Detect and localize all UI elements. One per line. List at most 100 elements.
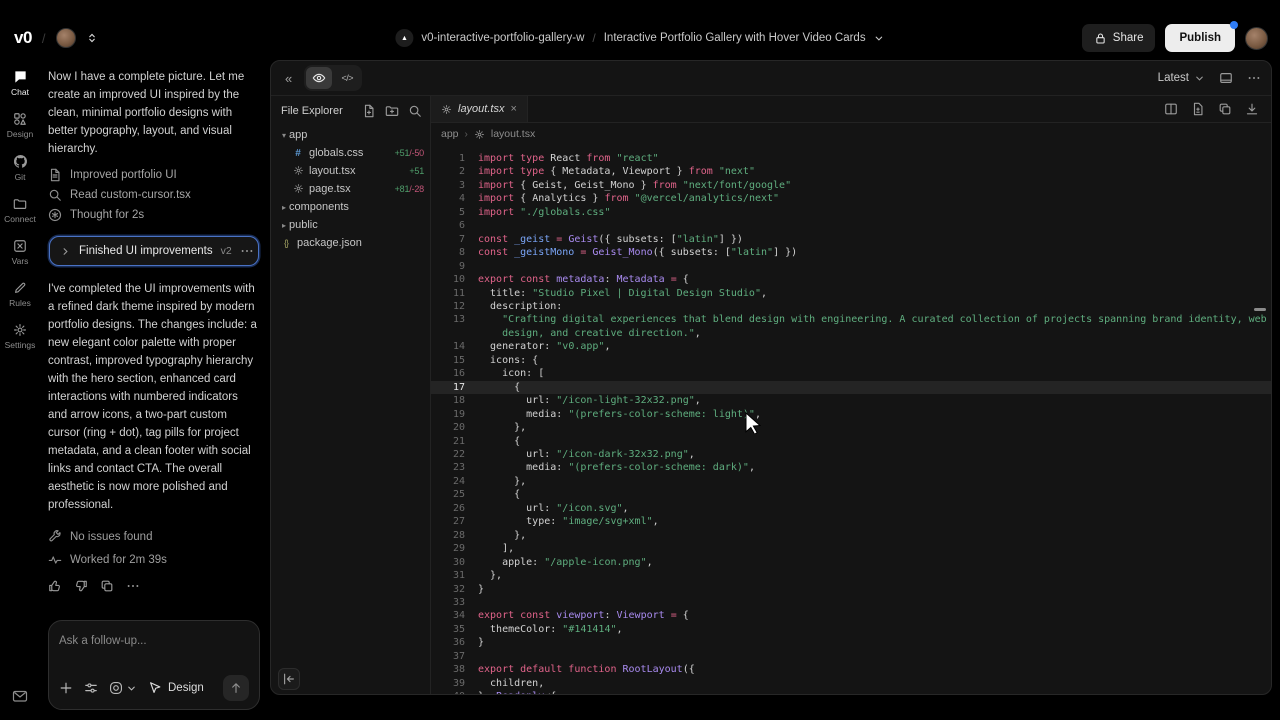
line-number: 29: [431, 542, 465, 555]
status-row[interactable]: Worked for 2m 39s: [48, 553, 260, 567]
tree-item-public[interactable]: ▸public: [271, 216, 430, 234]
line-number: 37: [431, 650, 465, 663]
sidebar-item-label: Vars: [12, 256, 29, 266]
search-icon[interactable]: [408, 104, 422, 118]
share-button[interactable]: Share: [1082, 24, 1156, 52]
tree-item-globals-css[interactable]: #globals.css+51/-50: [271, 144, 430, 162]
team-avatar[interactable]: [56, 28, 76, 48]
code-line: 30 apple: "/apple-icon.png",: [431, 556, 1271, 569]
ellipsis-icon[interactable]: [126, 579, 140, 593]
download-icon[interactable]: [1245, 102, 1259, 116]
copy-icon[interactable]: [1218, 102, 1232, 116]
tree-item-package-json[interactable]: {}package.json: [271, 234, 430, 252]
design-mode-toggle[interactable]: Design: [148, 681, 204, 695]
file-name: layout.tsx: [309, 165, 355, 177]
tree-item-layout-tsx[interactable]: layout.tsx +51: [271, 162, 430, 180]
v0-logo[interactable]: v0: [14, 28, 32, 48]
sliders-icon[interactable]: [84, 681, 98, 695]
dock-left-button[interactable]: [278, 668, 300, 690]
user-avatar[interactable]: [1245, 27, 1268, 50]
line-text: {: [465, 488, 520, 501]
thumb-down-icon[interactable]: [74, 579, 88, 593]
header-separator: /: [42, 31, 46, 46]
chat-step[interactable]: Improved portfolio UI: [48, 168, 260, 182]
publish-button[interactable]: Publish: [1165, 24, 1235, 52]
line-text: const _geistMono = Geist_Mono({ subsets:…: [465, 246, 797, 259]
workspace-panel: « </> Latest File Explorer: [270, 60, 1272, 695]
chevron-down-icon: ▾: [279, 131, 289, 140]
line-number: 32: [431, 583, 465, 596]
file-explorer-title: File Explorer: [281, 105, 343, 117]
copy-icon[interactable]: [100, 579, 114, 593]
tree-item-app[interactable]: ▾app: [271, 126, 430, 144]
vars-icon: [13, 239, 27, 253]
top-header: v0 / ▲ v0-interactive-portfolio-gallery-…: [0, 0, 1280, 60]
scrollbar-thumb[interactable]: [1254, 308, 1266, 311]
status-label: No issues found: [70, 531, 152, 543]
line-number: 10: [431, 273, 465, 286]
line-text: apple: "/apple-icon.png",: [465, 556, 653, 569]
task-card-finished-ui-improvements[interactable]: Finished UI improvements v2: [49, 236, 259, 266]
send-button[interactable]: [223, 675, 249, 701]
chevron-right-icon: ▸: [279, 221, 289, 230]
line-text: }: [465, 583, 484, 596]
browser-window-icon[interactable]: [1219, 71, 1233, 85]
new-file-icon[interactable]: [362, 104, 376, 118]
sidebar-item-vars[interactable]: Vars: [0, 236, 40, 269]
version-dropdown[interactable]: Latest: [1158, 72, 1205, 84]
sidebar-item-label: Rules: [9, 298, 31, 308]
code-area[interactable]: 1import type React from "react"2import t…: [431, 145, 1271, 694]
code-line: 31 },: [431, 569, 1271, 582]
diff-stats: +51: [409, 166, 424, 176]
sidebar-item-rules[interactable]: Rules: [0, 278, 40, 311]
line-number: 11: [431, 287, 465, 300]
composer: Design: [48, 620, 260, 710]
code-toggle[interactable]: </>: [334, 67, 360, 89]
code-line: 1import type React from "react": [431, 152, 1271, 165]
line-text: [465, 219, 478, 232]
line-number: 4: [431, 192, 465, 205]
line-number: 1: [431, 152, 465, 165]
chevron-down-icon[interactable]: [874, 33, 885, 44]
plus-icon[interactable]: [59, 681, 73, 695]
code-line: 35 themeColor: "#141414",: [431, 623, 1271, 636]
line-text: design, and creative direction.",: [465, 327, 701, 340]
chat-step[interactable]: Thought for 2s: [48, 208, 260, 222]
tab-layout-tsx[interactable]: layout.tsx ×: [431, 96, 528, 122]
collapse-panel-button[interactable]: «: [281, 69, 296, 88]
preview-toggle[interactable]: [306, 67, 332, 89]
status-row[interactable]: No issues found: [48, 530, 260, 544]
wrench-icon: [48, 530, 62, 544]
vercel-logo-icon[interactable]: ▲: [395, 29, 413, 47]
split-view-icon[interactable]: [1164, 102, 1178, 116]
close-tab-icon[interactable]: ×: [510, 103, 516, 115]
mail-icon[interactable]: [12, 688, 28, 704]
ellipsis-icon[interactable]: [1247, 71, 1261, 85]
file-diff-icon[interactable]: [1191, 102, 1205, 116]
project-name[interactable]: v0-interactive-portfolio-gallery-w: [421, 32, 584, 44]
sidebar-item-connect[interactable]: Connect: [0, 194, 40, 227]
chat-step[interactable]: Read custom-cursor.tsx: [48, 188, 260, 202]
tree-item-components[interactable]: ▸components: [271, 198, 430, 216]
cursor-icon: [148, 681, 162, 695]
sidebar-item-git[interactable]: Git: [0, 151, 40, 185]
sidebar-item-design[interactable]: Design: [0, 109, 40, 142]
code-line: 32}: [431, 583, 1271, 596]
chat-title[interactable]: Interactive Portfolio Gallery with Hover…: [604, 32, 866, 44]
tree-item-page-tsx[interactable]: page.tsx+81/-28: [271, 180, 430, 198]
model-selector[interactable]: [109, 681, 137, 695]
chevron-up-down-icon[interactable]: [86, 32, 98, 44]
line-text: }: Readonly<{: [465, 690, 556, 694]
sidebar-item-chat[interactable]: Chat: [0, 66, 40, 100]
line-number: 2: [431, 165, 465, 178]
breadcrumb-folder[interactable]: app: [441, 128, 459, 140]
sidebar-item-settings[interactable]: Settings: [0, 320, 40, 353]
line-number: 39: [431, 677, 465, 690]
code-line: 6: [431, 219, 1271, 232]
line-text: media: "(prefers-color-scheme: dark)",: [465, 461, 755, 474]
ellipsis-icon[interactable]: [240, 244, 254, 258]
new-folder-icon[interactable]: [385, 104, 399, 118]
thumb-up-icon[interactable]: [48, 579, 62, 593]
breadcrumb-file[interactable]: layout.tsx: [491, 128, 535, 140]
follow-up-input[interactable]: [59, 635, 249, 647]
